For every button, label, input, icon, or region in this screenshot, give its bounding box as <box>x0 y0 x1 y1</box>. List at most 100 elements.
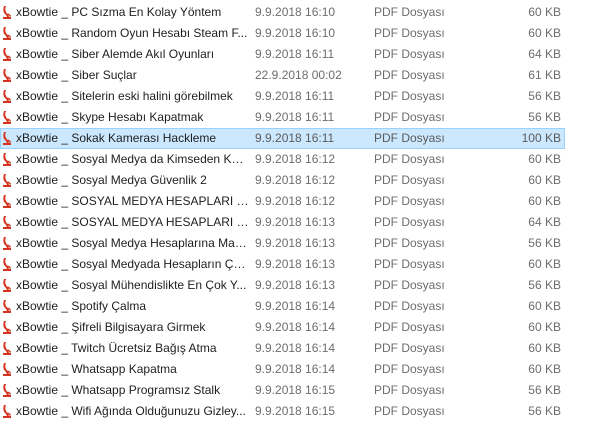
file-type: PDF Dosyası <box>374 173 445 187</box>
file-name: xBowtie _ Sosyal Medya Hesaplarına Mav..… <box>16 236 249 250</box>
file-date-modified: 9.9.2018 16:13 <box>255 257 336 271</box>
file-size: 60 KB <box>528 341 561 355</box>
file-name: xBowtie _ PC Sızma En Kolay Yöntem <box>16 5 222 19</box>
file-row[interactable]: xBowtie _ Whatsapp Kapatma 9.9.2018 16:14… <box>0 359 565 380</box>
file-row[interactable]: xBowtie _ Siber Alemde Akıl Oyunları 9.9.… <box>0 44 565 65</box>
file-row[interactable]: xBowtie _ SOSYAL MEDYA HESAPLARI H... 9.9… <box>0 212 565 233</box>
file-date-modified: 9.9.2018 16:14 <box>255 341 336 355</box>
file-date-modified: 9.9.2018 16:13 <box>255 236 336 250</box>
pdf-file-icon <box>2 26 12 41</box>
file-date-modified: 22.9.2018 00:02 <box>255 68 342 82</box>
file-size: 56 KB <box>528 89 561 103</box>
file-size: 64 KB <box>528 47 561 61</box>
file-date-modified: 9.9.2018 16:15 <box>255 383 336 397</box>
file-type: PDF Dosyası <box>374 26 445 40</box>
pdf-file-icon <box>2 47 12 62</box>
file-row[interactable]: xBowtie _ Şifreli Bilgisayara Girmek 9.9.… <box>0 317 565 338</box>
file-row[interactable]: xBowtie _ Sosyal Medyada Hesapların Çal.… <box>0 254 565 275</box>
file-row[interactable]: xBowtie _ Sosyal Medya Hesaplarına Mav..… <box>0 233 565 254</box>
file-size: 61 KB <box>528 68 561 82</box>
file-size: 60 KB <box>528 320 561 334</box>
file-size: 60 KB <box>528 173 561 187</box>
file-type: PDF Dosyası <box>374 5 445 19</box>
file-size: 60 KB <box>528 152 561 166</box>
pdf-file-icon <box>2 257 12 272</box>
file-date-modified: 9.9.2018 16:12 <box>255 194 336 208</box>
file-name: xBowtie _ Şifreli Bilgisayara Girmek <box>16 320 206 334</box>
file-name: xBowtie _ Sosyal Medyada Hesapların Çal.… <box>16 257 249 271</box>
file-name: xBowtie _ Sitelerin eski halini görebilm… <box>16 89 233 103</box>
file-row[interactable]: xBowtie _ Twitch Ücretsiz Bağış Atma 9.9.… <box>0 338 565 359</box>
file-row[interactable]: xBowtie _ Wifi Ağında Olduğunuzu Gizley.… <box>0 401 565 422</box>
file-name: xBowtie _ Spotify Çalma <box>16 299 147 313</box>
file-date-modified: 9.9.2018 16:12 <box>255 152 336 166</box>
file-name: xBowtie _ Twitch Ücretsiz Bağış Atma <box>16 341 217 355</box>
file-date-modified: 9.9.2018 16:10 <box>255 26 336 40</box>
pdf-file-icon <box>2 173 12 188</box>
file-date-modified: 9.9.2018 16:13 <box>255 278 336 292</box>
file-row[interactable]: xBowtie _ PC Sızma En Kolay Yöntem 9.9.20… <box>0 2 565 23</box>
file-type: PDF Dosyası <box>374 194 445 208</box>
file-name: xBowtie _ SOSYAL MEDYA HESAPLARI Ç... <box>16 194 249 208</box>
file-name: xBowtie _ Sosyal Mühendislikte En Çok Y.… <box>16 278 247 292</box>
file-size: 60 KB <box>528 5 561 19</box>
file-type: PDF Dosyası <box>374 383 445 397</box>
file-type: PDF Dosyası <box>374 404 445 418</box>
file-date-modified: 9.9.2018 16:13 <box>255 215 336 229</box>
pdf-file-icon <box>2 299 12 314</box>
pdf-file-icon <box>2 68 12 83</box>
pdf-file-icon <box>2 89 12 104</box>
file-name: xBowtie _ Sosyal Medya Güvenlik 2 <box>16 173 207 187</box>
file-type: PDF Dosyası <box>374 68 445 82</box>
pdf-file-icon <box>2 320 12 335</box>
file-size: 56 KB <box>528 404 561 418</box>
pdf-file-icon <box>2 131 12 146</box>
file-type: PDF Dosyası <box>374 362 445 376</box>
file-row[interactable]: xBowtie _ Random Oyun Hesabı Steam F... 9… <box>0 23 565 44</box>
file-row[interactable]: xBowtie _ Skype Hesabı Kapatmak 9.9.2018 … <box>0 107 565 128</box>
file-date-modified: 9.9.2018 16:10 <box>255 5 336 19</box>
file-row[interactable]: xBowtie _ Sosyal Medya Güvenlik 2 9.9.201… <box>0 170 565 191</box>
file-name: xBowtie _ Siber Suçlar <box>16 68 137 82</box>
file-type: PDF Dosyası <box>374 257 445 271</box>
file-name: xBowtie _ Siber Alemde Akıl Oyunları <box>16 47 215 61</box>
file-row[interactable]: xBowtie _ Sokak Kamerası Hackleme 9.9.201… <box>0 128 565 149</box>
file-type: PDF Dosyası <box>374 299 445 313</box>
pdf-file-icon <box>2 341 12 356</box>
file-name: xBowtie _ Skype Hesabı Kapatmak <box>16 110 204 124</box>
file-row[interactable]: xBowtie _ Sitelerin eski halini görebilm… <box>0 86 565 107</box>
pdf-file-icon <box>2 278 12 293</box>
file-type: PDF Dosyası <box>374 215 445 229</box>
file-date-modified: 9.9.2018 16:14 <box>255 320 336 334</box>
file-size: 60 KB <box>528 194 561 208</box>
file-row[interactable]: xBowtie _ Spotify Çalma 9.9.2018 16:14 PDF… <box>0 296 565 317</box>
file-date-modified: 9.9.2018 16:11 <box>255 47 335 61</box>
file-row[interactable]: xBowtie _ Sosyal Mühendislikte En Çok Y.… <box>0 275 565 296</box>
pdf-file-icon <box>2 215 12 230</box>
file-type: PDF Dosyası <box>374 152 445 166</box>
file-type: PDF Dosyası <box>374 89 445 103</box>
file-size: 56 KB <box>528 278 561 292</box>
file-row[interactable]: xBowtie _ Siber Suçlar 22.9.2018 00:02 PDF… <box>0 65 565 86</box>
file-date-modified: 9.9.2018 16:12 <box>255 173 336 187</box>
file-row[interactable]: xBowtie _ Whatsapp Programsız Stalk 9.9.2… <box>0 380 565 401</box>
file-name: xBowtie _ Whatsapp Programsız Stalk <box>16 383 221 397</box>
file-row[interactable]: xBowtie _ SOSYAL MEDYA HESAPLARI Ç... 9.9… <box>0 191 565 212</box>
file-name: xBowtie _ Sokak Kamerası Hackleme <box>16 131 217 145</box>
file-type: PDF Dosyası <box>374 131 445 145</box>
pdf-file-icon <box>2 5 12 20</box>
file-type: PDF Dosyası <box>374 110 445 124</box>
pdf-file-icon <box>2 404 12 419</box>
file-name: xBowtie _ Wifi Ağında Olduğunuzu Gizley.… <box>16 404 246 418</box>
file-size: 56 KB <box>528 383 561 397</box>
file-type: PDF Dosyası <box>374 320 445 334</box>
file-name: xBowtie _ Random Oyun Hesabı Steam F... <box>16 26 248 40</box>
file-name: xBowtie _ Sosyal Medya da Kimseden Kor..… <box>16 152 249 166</box>
file-size: 56 KB <box>528 236 561 250</box>
file-row[interactable]: xBowtie _ Sosyal Medya da Kimseden Kor..… <box>0 149 565 170</box>
file-date-modified: 9.9.2018 16:11 <box>255 131 335 145</box>
pdf-file-icon <box>2 194 12 209</box>
file-name: xBowtie _ Whatsapp Kapatma <box>16 362 177 376</box>
file-date-modified: 9.9.2018 16:11 <box>255 89 335 103</box>
file-size: 100 KB <box>521 131 561 145</box>
